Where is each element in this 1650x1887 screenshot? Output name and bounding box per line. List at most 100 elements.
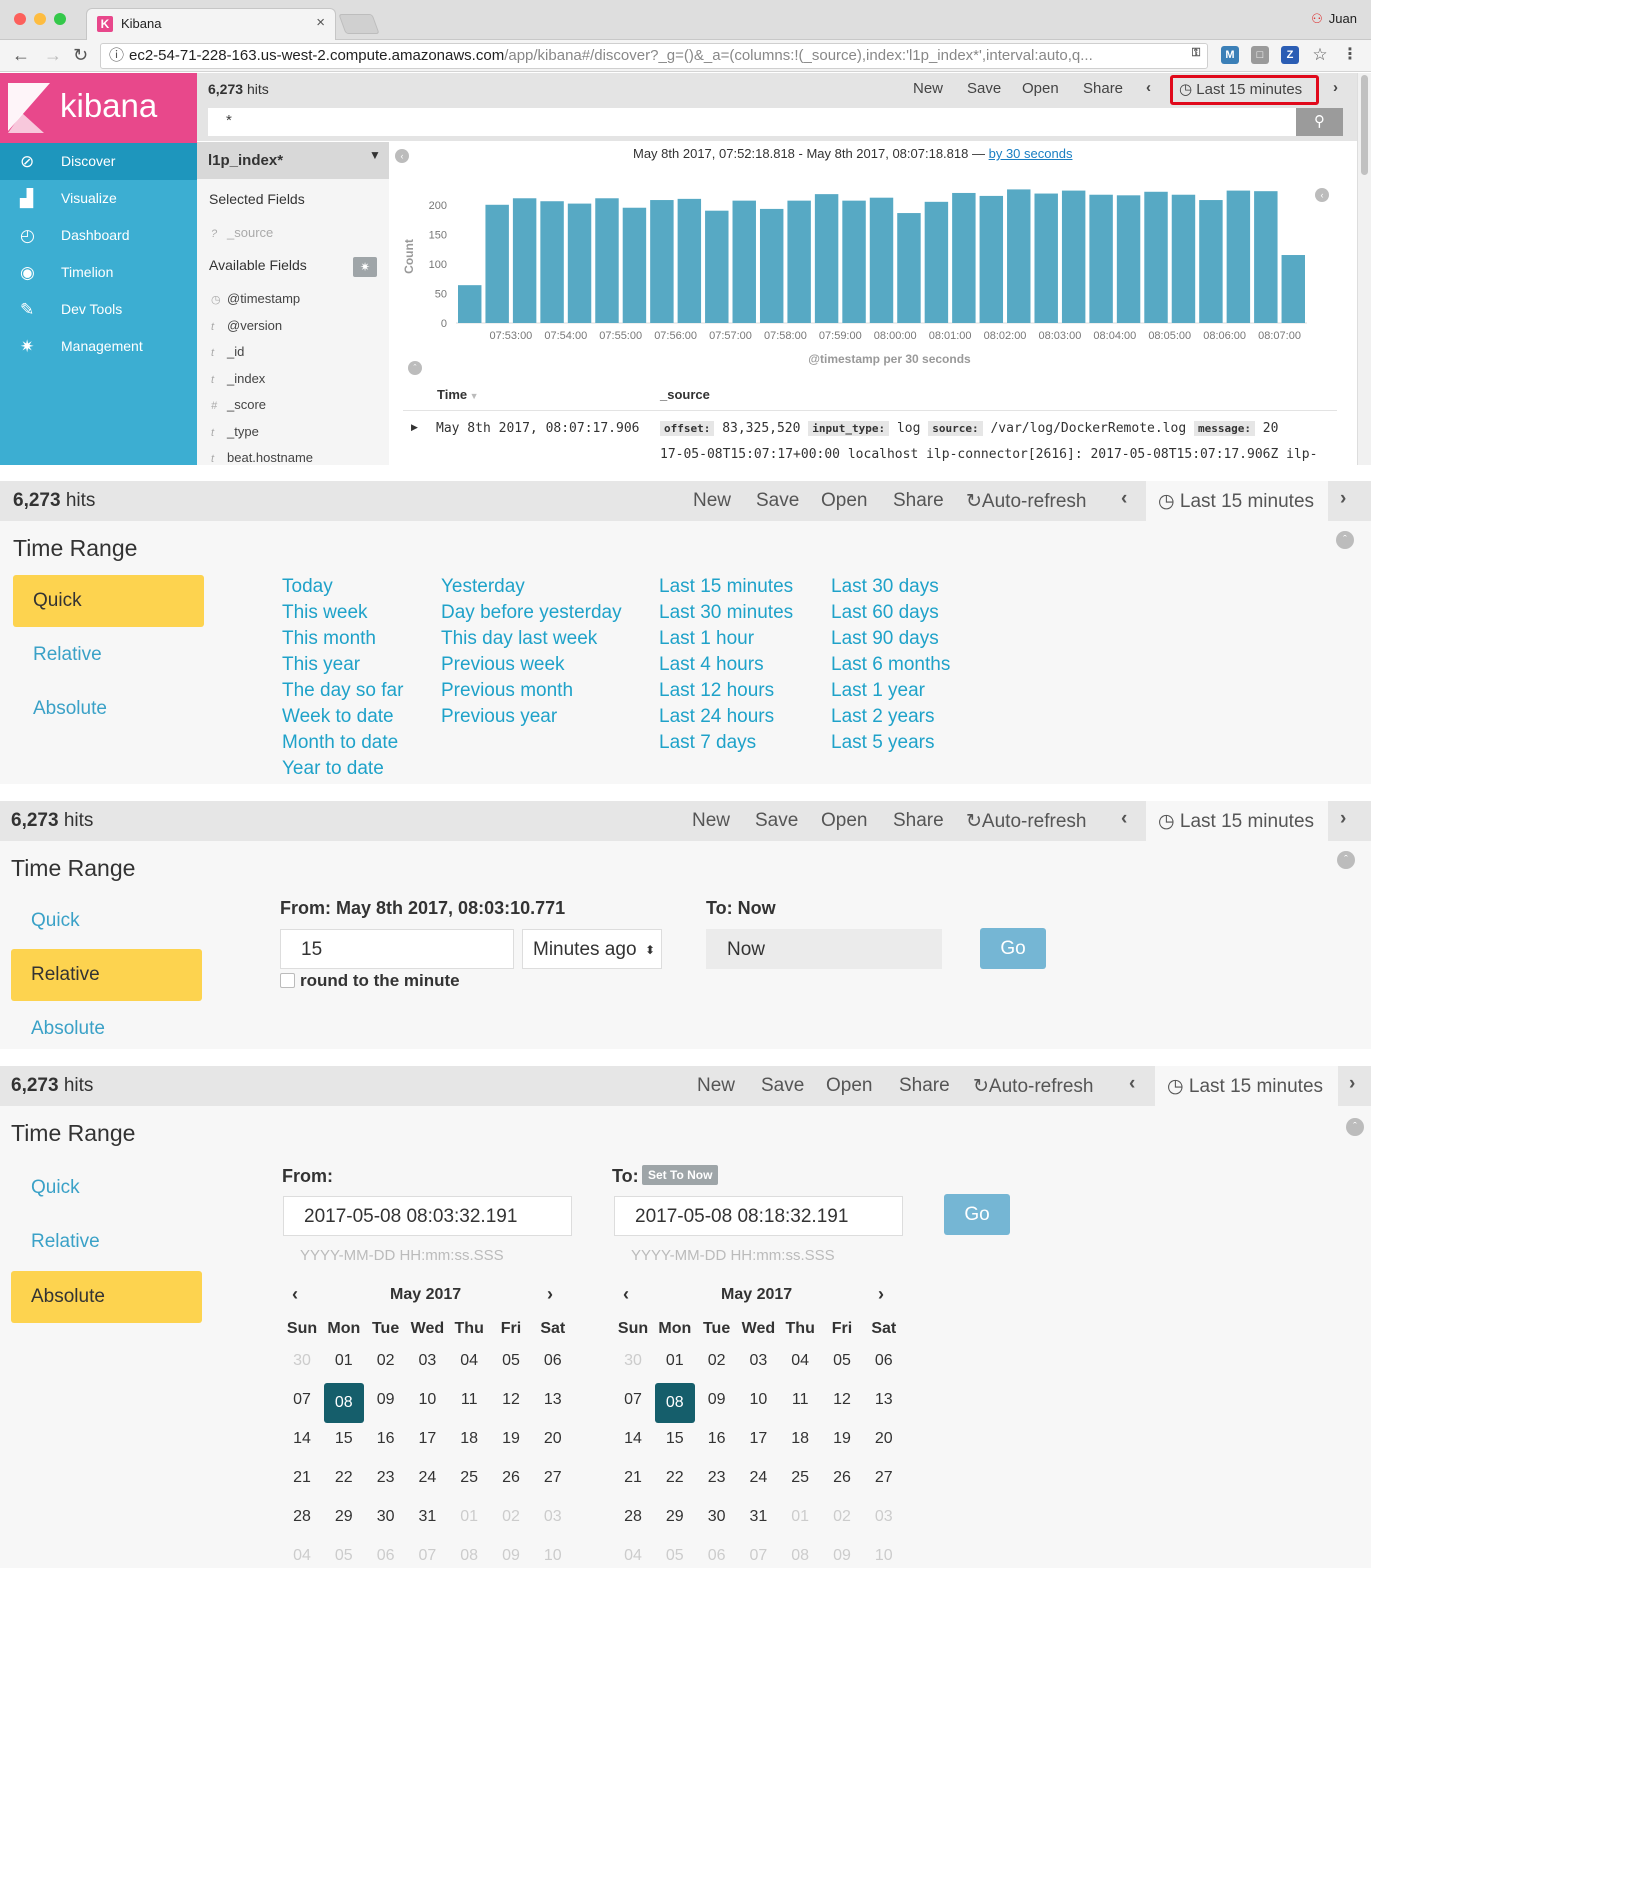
minimize-window-button[interactable] (34, 13, 46, 25)
histogram-bar[interactable] (787, 200, 811, 323)
calendar-day[interactable]: 28 (613, 1508, 653, 1526)
save-button[interactable]: Save (756, 490, 799, 512)
histogram-bar[interactable] (924, 201, 949, 323)
quick-link[interactable]: This day last week (441, 628, 597, 650)
relative-to-input[interactable]: Now (706, 929, 942, 969)
share-button[interactable]: Share (899, 1075, 950, 1097)
interval-link[interactable]: by 30 seconds (989, 146, 1073, 161)
calendar-day[interactable]: 15 (324, 1430, 364, 1448)
browser-menu-icon[interactable]: ⋮ (1341, 46, 1359, 64)
quick-link[interactable]: Last 24 hours (659, 706, 774, 728)
quick-link[interactable]: Year to date (282, 758, 384, 780)
histogram-bar[interactable] (732, 200, 756, 323)
calendar-day[interactable]: 30 (282, 1352, 322, 1370)
field-timestamp[interactable]: ◷ @timestamp (211, 291, 300, 306)
time-forward-chevron-icon[interactable]: › (1340, 488, 1346, 510)
calendar-day[interactable]: 04 (282, 1547, 322, 1565)
quick-link[interactable]: Last 2 years (831, 706, 935, 728)
new-tab-button[interactable] (338, 14, 380, 34)
extension-m-icon[interactable]: M (1221, 46, 1239, 64)
calendar-day[interactable]: 24 (738, 1469, 778, 1487)
histogram-bar[interactable] (540, 201, 564, 323)
calendar-day[interactable]: 26 (491, 1469, 531, 1487)
calendar-day[interactable]: 19 (822, 1430, 862, 1448)
forward-icon[interactable]: → (44, 45, 62, 66)
field-score[interactable]: # _score (211, 397, 266, 412)
extension-square-icon[interactable]: □ (1251, 46, 1269, 64)
quick-link[interactable]: Last 60 days (831, 602, 939, 624)
calendar-day[interactable]: 20 (533, 1430, 573, 1448)
calendar-day-selected[interactable]: 08 (323, 1383, 364, 1423)
calendar-day[interactable]: 02 (366, 1352, 406, 1370)
share-button[interactable]: Share (893, 490, 944, 512)
go-button[interactable]: Go (980, 928, 1046, 969)
field-id[interactable]: t _id (211, 344, 244, 359)
calendar-day[interactable]: 10 (533, 1547, 573, 1565)
quick-link[interactable]: This year (282, 654, 360, 676)
calendar-day[interactable]: 05 (324, 1547, 364, 1565)
histogram-bar[interactable] (1007, 189, 1031, 323)
tab-quick[interactable]: Quick (11, 1162, 202, 1214)
calendar-day[interactable]: 07 (738, 1547, 778, 1565)
calendar-day[interactable]: 12 (822, 1391, 862, 1409)
calendar-day[interactable]: 21 (282, 1469, 322, 1487)
histogram-bar[interactable] (1034, 193, 1058, 323)
calendar-day[interactable]: 16 (697, 1430, 737, 1448)
histogram-bar[interactable] (1171, 194, 1196, 323)
new-button[interactable]: New (913, 80, 943, 97)
calendar-day[interactable]: 10 (864, 1547, 904, 1565)
histogram-bar[interactable] (677, 198, 702, 323)
absolute-to-input[interactable]: 2017-05-08 08:18:32.191 (614, 1196, 903, 1236)
calendar-day[interactable]: 07 (613, 1391, 653, 1409)
quick-link[interactable]: This week (282, 602, 368, 624)
calendar-day[interactable]: 01 (780, 1508, 820, 1526)
quick-link[interactable]: Today (282, 576, 333, 598)
histogram-bar[interactable] (1281, 255, 1305, 323)
calendar-day[interactable]: 14 (613, 1430, 653, 1448)
histogram-bar[interactable] (1199, 200, 1223, 323)
calendar-day[interactable]: 27 (533, 1469, 573, 1487)
quick-link[interactable]: Previous month (441, 680, 573, 702)
save-button[interactable]: Save (761, 1075, 804, 1097)
histogram-bar[interactable] (512, 198, 537, 323)
new-button[interactable]: New (692, 810, 730, 832)
quick-link[interactable]: Month to date (282, 732, 398, 754)
histogram-bar[interactable] (759, 208, 784, 323)
field-source[interactable]: ? _source (211, 225, 273, 240)
calendar-day[interactable]: 16 (366, 1430, 406, 1448)
nav-management[interactable]: ✷ Management (0, 328, 197, 365)
quick-link[interactable]: Last 15 minutes (659, 576, 793, 598)
calendar-day[interactable]: 15 (655, 1430, 695, 1448)
calendar-day[interactable]: 30 (613, 1352, 653, 1370)
auto-refresh-button[interactable]: ↻Auto-refresh (966, 490, 1086, 513)
calendar-day[interactable]: 03 (864, 1508, 904, 1526)
calendar-day[interactable]: 07 (407, 1547, 447, 1565)
calendar-day[interactable]: 18 (449, 1430, 489, 1448)
reload-icon[interactable]: ↻ (73, 45, 88, 66)
calendar-day[interactable]: 04 (613, 1547, 653, 1565)
calendar-day[interactable]: 04 (780, 1352, 820, 1370)
quick-link[interactable]: Day before yesterday (441, 602, 622, 624)
field-beat-hostname[interactable]: t beat.hostname (211, 450, 313, 465)
calendar-day[interactable]: 06 (533, 1352, 573, 1370)
open-button[interactable]: Open (821, 490, 867, 512)
quick-link[interactable]: Last 7 days (659, 732, 756, 754)
calendar-day[interactable]: 13 (864, 1391, 904, 1409)
calendar-day[interactable]: 14 (282, 1430, 322, 1448)
field-index[interactable]: t _index (211, 371, 265, 386)
info-icon[interactable]: ⓘ (109, 44, 124, 68)
quick-link[interactable]: This month (282, 628, 376, 650)
tab-relative[interactable]: Relative (13, 629, 204, 681)
calendar-day[interactable]: 28 (282, 1508, 322, 1526)
histogram-bar[interactable] (1116, 195, 1141, 323)
collapse-chart-icon[interactable]: ˆ (408, 361, 422, 375)
maximize-window-button[interactable] (54, 13, 66, 25)
histogram-bar[interactable] (485, 204, 509, 323)
calendar-day[interactable]: 29 (655, 1508, 695, 1526)
quick-link[interactable]: Last 1 year (831, 680, 925, 702)
quick-link[interactable]: Last 90 days (831, 628, 939, 650)
quick-link[interactable]: Last 30 days (831, 576, 939, 598)
calendar-day[interactable]: 01 (655, 1352, 695, 1370)
time-back-chevron-icon[interactable]: ‹ (1129, 1073, 1135, 1095)
quick-link[interactable]: Last 12 hours (659, 680, 774, 702)
